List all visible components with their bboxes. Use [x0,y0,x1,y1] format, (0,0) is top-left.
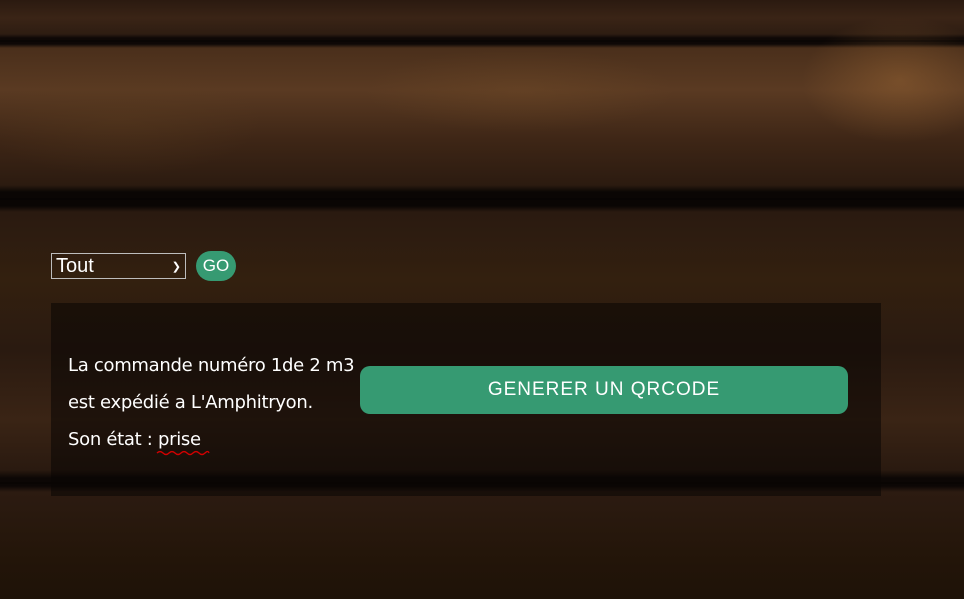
order-status-label: Son état : [68,429,153,450]
chevron-down-icon: ❯ [171,260,181,273]
order-line-2: est expédié a L'Amphitryon. [68,392,313,413]
order-panel: La commande numéro 1de 2 m3 est expédié … [51,303,881,496]
go-button[interactable]: GO [196,251,236,281]
order-description: La commande numéro 1de 2 m3 est expédié … [68,347,355,458]
order-status-value: prise [158,429,201,450]
generate-qrcode-button[interactable]: GENERER UN QRCODE [360,366,848,414]
filter-select-value: Tout [56,254,94,277]
spellcheck-underline [156,450,210,456]
order-status-value-wrapper: prise [156,421,210,458]
order-status-line: Son état : prise [68,421,354,458]
filter-bar: Tout ❯ GO [51,251,236,281]
order-line-1: La commande numéro 1de 2 m3 [68,355,355,376]
wood-groove [0,198,964,200]
wood-groove [0,40,964,42]
filter-select[interactable]: Tout ❯ [51,253,186,279]
